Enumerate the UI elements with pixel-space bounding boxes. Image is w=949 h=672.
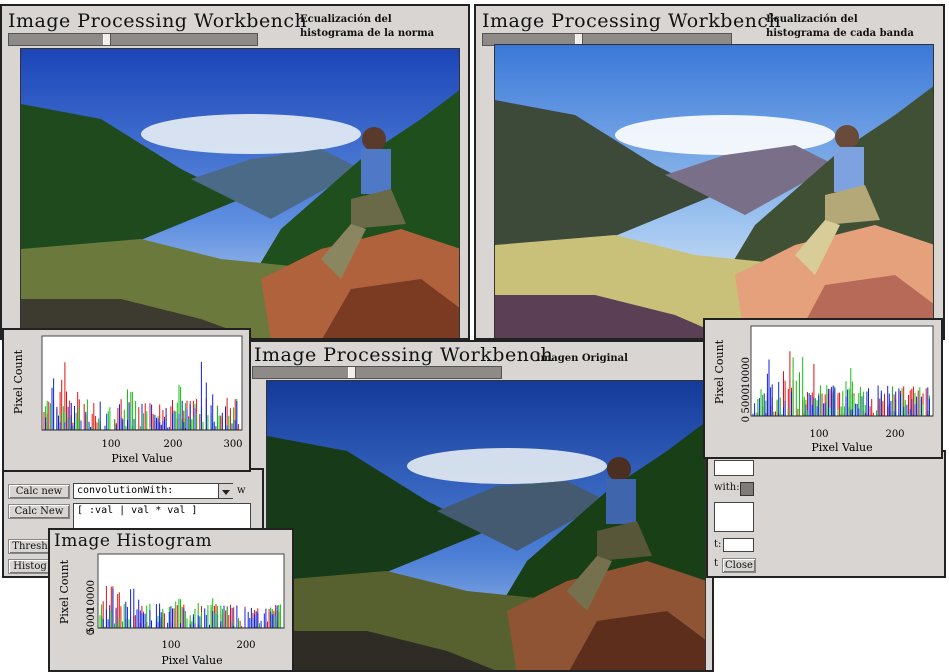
thresh-button[interactable]: Thresh	[8, 539, 52, 554]
histogram-chart: 10000 5000 0 100 200 Pixel Value Pixel C…	[713, 325, 934, 454]
x-tick-200: 200	[236, 640, 255, 651]
control-window-right: with: t: t Close	[706, 450, 946, 578]
slider-track[interactable]	[8, 33, 258, 46]
y-axis-label: Pixel Count	[12, 349, 25, 414]
t-label: t:	[714, 539, 722, 550]
workbench-window-band: Image Processing Workbench Ecualización …	[474, 4, 945, 340]
value-field-3[interactable]	[723, 538, 754, 552]
window-caption-line1: Ecualización del	[766, 14, 858, 25]
y-axis-label: Pixel Count	[713, 339, 726, 404]
operation-dropdown[interactable]: convolutionWith:	[73, 483, 233, 499]
calc-new-button[interactable]: Calc new	[8, 484, 70, 499]
value-field-1[interactable]	[714, 460, 754, 476]
x-axis-label: Pixel Value	[811, 441, 872, 454]
partial-label: t	[714, 558, 719, 569]
slider-track[interactable]	[252, 366, 502, 379]
w-label: w	[237, 485, 246, 496]
slider-thumb[interactable]	[103, 34, 111, 45]
code-block-value: [ :val | val * val ]	[77, 505, 198, 516]
window-caption-line2: histograma de la norma	[300, 28, 435, 39]
window-caption-line2: histograma de cada banda	[766, 28, 914, 39]
landscape-photo	[267, 381, 705, 670]
x-axis-label: Pixel Value	[161, 654, 222, 667]
value-field-2[interactable]	[714, 502, 754, 532]
histogram-window-band: 10000 5000 0 100 200 Pixel Value Pixel C…	[703, 318, 943, 459]
landscape-photo	[495, 45, 933, 338]
histogram-chart: 100 200 300 Pixel Value Pixel Count	[12, 335, 243, 465]
image-panel-original	[266, 380, 706, 670]
y-tick-5000: 5000	[741, 388, 752, 413]
y-tick-10000: 10000	[86, 580, 97, 612]
window-title: Image Processing Workbench	[8, 10, 308, 32]
histogram-button[interactable]: Histog	[8, 559, 52, 574]
calc-new-button-2[interactable]: Calc New	[8, 504, 70, 519]
chevron-down-icon[interactable]	[218, 484, 233, 498]
window-title: Image Processing Workbench	[482, 10, 782, 32]
y-tick-0: 0	[741, 416, 752, 422]
x-tick-label: 100 200 300	[101, 439, 242, 450]
landscape-photo	[21, 49, 459, 338]
y-tick-0: 0	[86, 629, 97, 635]
y-axis-label: Pixel Count	[58, 559, 71, 624]
image-histogram-window: Image Histogram 10000 5000 0 100 200 Pix…	[48, 528, 294, 672]
dropdown-value: convolutionWith:	[77, 485, 174, 496]
histogram-chart: 10000 5000 0 100 200 Pixel Value Pixel C…	[58, 553, 285, 667]
image-panel-band	[494, 44, 934, 338]
window-caption-line1: Ecualización del	[300, 14, 392, 25]
histogram-window-title: Image Histogram	[54, 531, 213, 551]
image-panel-norm	[20, 48, 460, 338]
x-tick-100: 100	[101, 439, 120, 450]
histogram-window-norm: 100 200 300 Pixel Value Pixel Count	[2, 328, 251, 472]
x-axis-label: Pixel Value	[111, 452, 172, 465]
with-label: with:	[714, 482, 740, 493]
window-caption-line1: Imagen Original	[536, 353, 628, 364]
window-title: Image Processing Workbench	[254, 344, 554, 366]
color-swatch[interactable]	[740, 482, 754, 496]
close-button[interactable]: Close	[722, 558, 756, 573]
x-tick-100: 100	[809, 429, 828, 440]
x-tick-200: 200	[163, 439, 182, 450]
x-tick-200: 200	[885, 429, 904, 440]
x-tick-300: 300	[223, 439, 242, 450]
y-tick-10000: 10000	[741, 357, 752, 389]
x-tick-100: 100	[161, 640, 180, 651]
workbench-window-original: Image Processing Workbench Imagen Origin…	[246, 340, 714, 672]
slider-thumb[interactable]	[348, 367, 356, 378]
workbench-window-norm: Image Processing Workbench Ecualización …	[0, 4, 470, 340]
